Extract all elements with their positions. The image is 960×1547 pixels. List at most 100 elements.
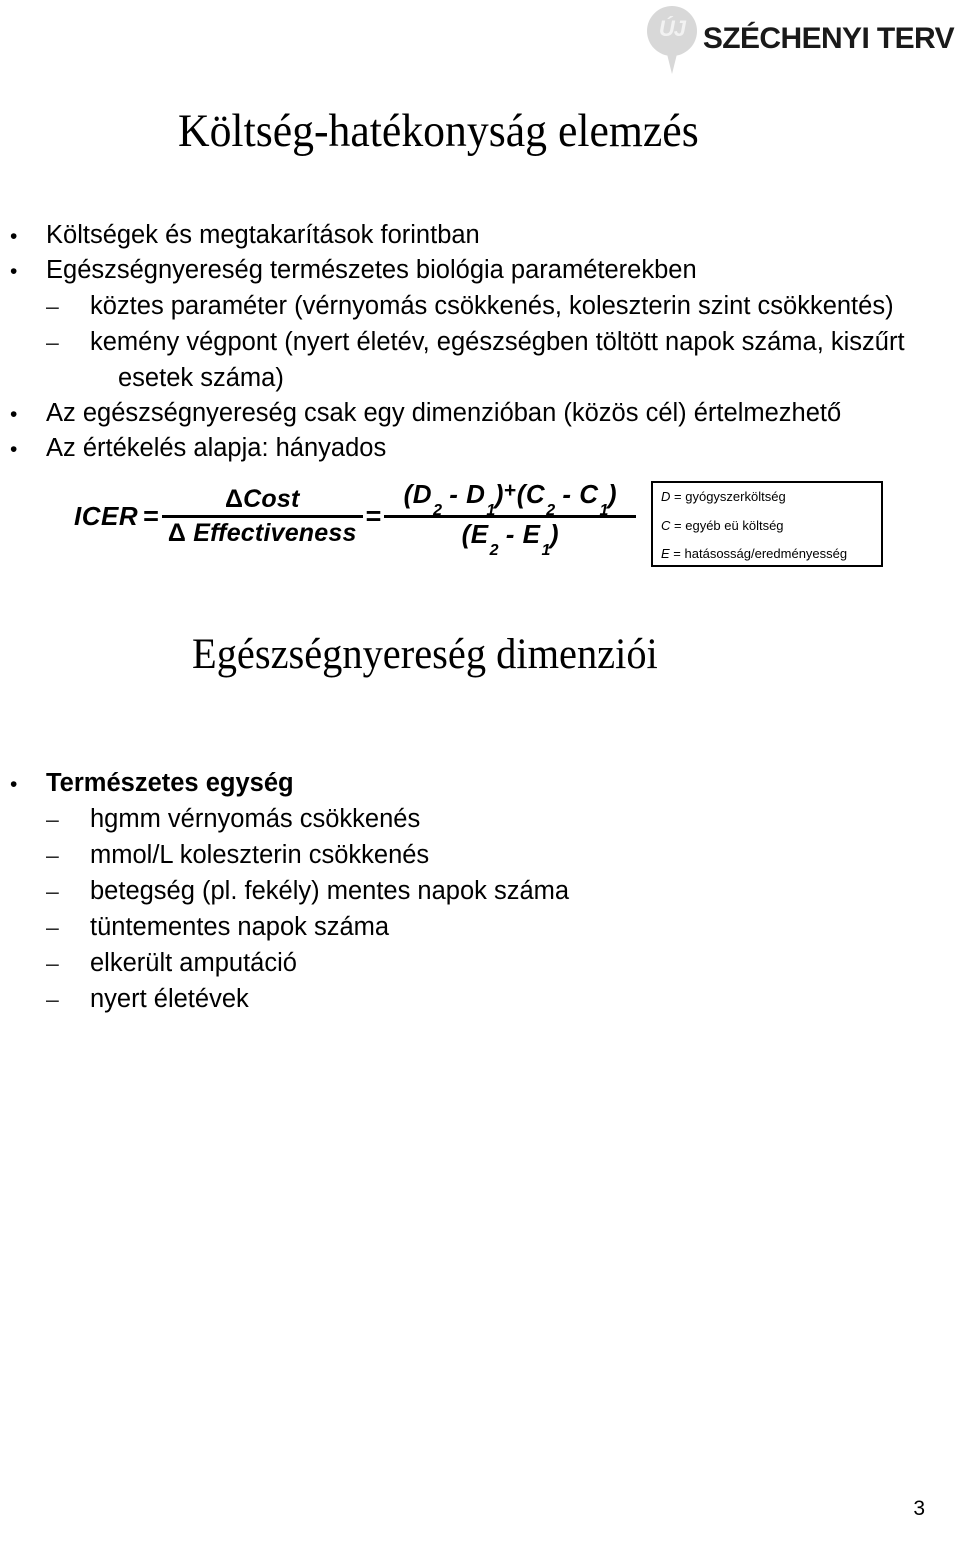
paren-open-1: ( xyxy=(403,479,413,509)
bullet-dash-icon: – xyxy=(46,806,59,832)
list-item: – kemény végpont (nyert életév, egészség… xyxy=(0,324,930,360)
bullet-dash-icon: – xyxy=(46,986,59,1012)
bullet-dash-icon: – xyxy=(46,878,59,904)
legend-definition: egyéb eü költség xyxy=(685,517,784,533)
legend-symbol: E xyxy=(661,546,670,561)
list-item: – mmol/L koleszterin csökkenés xyxy=(0,837,930,873)
list-item: • Az egészségnyereség csak egy dimenziób… xyxy=(0,396,930,431)
var-d-1: D xyxy=(412,479,433,509)
bullet-dot-icon: • xyxy=(10,773,18,796)
pin-tail-shape xyxy=(664,46,679,74)
list-item-label: nyert életévek xyxy=(90,985,249,1013)
paren-close-1: ) xyxy=(494,479,504,509)
list-item: • Természetes egység xyxy=(0,766,930,801)
legend-row: C = egyéb eü költség xyxy=(661,518,873,533)
minus-3: - xyxy=(505,519,515,550)
equals-sign-1: = xyxy=(143,501,159,532)
list-item-label: mmol/L koleszterin csökkenés xyxy=(90,841,430,869)
list-item-label: tüntementes napok száma xyxy=(90,913,390,941)
list-item: – hgmm vérnyomás csökkenés xyxy=(0,801,930,837)
denominator-label: Effectiveness xyxy=(193,519,357,548)
minus-1: - xyxy=(449,479,459,509)
var-e-2: E xyxy=(522,519,541,550)
numerator-label: Cost xyxy=(243,485,300,514)
pin-label: ÚJ xyxy=(658,16,686,41)
list-item-label: Az egészségnyereség csak egy dimenzióban… xyxy=(46,399,842,427)
formula-legend-box: D = gyógyszerköltség C = egyéb eü költsé… xyxy=(651,481,883,567)
delta-icon: Δ xyxy=(224,485,244,514)
legend-row: D = gyógyszerköltség xyxy=(661,489,873,504)
bullet-dash-icon: – xyxy=(46,329,59,355)
list-item: • Egészségnyereség természetes biológia … xyxy=(0,253,930,288)
list-item-label: Költségek és megtakarítások forintban xyxy=(46,221,480,249)
equals-sign-2: = xyxy=(365,501,382,532)
fraction-delta-cost-over-effectiveness: ΔCost Δ Effectiveness xyxy=(161,484,363,549)
list-item-label: betegség (pl. fekély) mentes napok száma xyxy=(90,877,570,905)
list-item-label: elkerült amputáció xyxy=(90,949,297,977)
paren-close-2: ) xyxy=(607,479,618,509)
logo-wordmark: SZÉCHENYI TERV xyxy=(702,22,955,55)
list-item: • Az értékelés alapja: hányados xyxy=(0,431,930,466)
bullet-list-primary: • Költségek és megtakarítások forintban … xyxy=(0,218,930,466)
list-item-label: köztes paraméter (vérnyomás csökkenés, k… xyxy=(90,292,894,320)
icer-label: ICER xyxy=(74,501,139,532)
paren-open-3: ( xyxy=(461,519,471,550)
bullet-dash-icon: – xyxy=(46,842,59,868)
list-item-label: Természetes egység xyxy=(46,769,294,797)
legend-definition: hatásosság/eredményesség xyxy=(684,546,848,561)
bullet-list-secondary: • Természetes egység – hgmm vérnyomás cs… xyxy=(0,766,930,1017)
delta-icon: Δ xyxy=(167,519,187,548)
uj-pin-icon: ÚJ xyxy=(646,2,697,76)
list-item-label: esetek száma) xyxy=(118,364,284,392)
legend-row: E = hatásosság/eredményesség xyxy=(661,546,873,561)
fraction-expanded: (D2 - D1)+(C2 - C1) (E2 - E1) xyxy=(384,478,637,559)
var-e-1: E xyxy=(470,519,489,550)
subscript-1: 1 xyxy=(599,502,609,520)
section-title-secondary: Egészségnyereség dimenziói xyxy=(192,631,658,678)
subscript-1: 1 xyxy=(486,502,496,520)
bullet-dash-icon: – xyxy=(46,293,59,319)
var-c-1: C xyxy=(525,479,546,509)
bullet-dot-icon: • xyxy=(10,225,18,248)
subscript-2: 2 xyxy=(433,502,443,520)
subscript-1: 1 xyxy=(541,542,551,560)
fraction-denominator: (E2 - E1) xyxy=(456,518,565,559)
paren-open-2: ( xyxy=(516,479,526,509)
legend-symbol: D xyxy=(661,489,671,504)
list-item-label: Egészségnyereség természetes biológia pa… xyxy=(46,256,697,284)
plus-sign: + xyxy=(503,479,517,502)
subscript-2: 2 xyxy=(489,542,500,560)
var-c-2: C xyxy=(579,479,599,509)
bullet-dash-icon: – xyxy=(46,914,59,940)
legend-equals: = xyxy=(673,546,681,561)
list-item-label: hgmm vérnyomás csökkenés xyxy=(90,805,421,833)
list-item: – betegség (pl. fekély) mentes napok szá… xyxy=(0,873,930,909)
subscript-2: 2 xyxy=(546,502,556,520)
minus-2: - xyxy=(562,479,572,509)
paren-close-3: ) xyxy=(549,519,560,550)
page-number: 3 xyxy=(913,1497,925,1520)
list-item-label: kemény végpont (nyert életév, egészségbe… xyxy=(90,328,905,356)
var-d-2: D xyxy=(466,479,486,509)
list-item: – elkerült amputáció xyxy=(0,945,930,981)
szechenyi-terv-logo: ÚJ SZÉCHENYI TERV xyxy=(646,2,955,84)
fraction-denominator: Δ Effectiveness xyxy=(162,518,363,549)
list-item-label: Az értékelés alapja: hányados xyxy=(46,434,387,462)
list-item: – nyert életévek xyxy=(0,981,930,1017)
bullet-dot-icon: • xyxy=(10,403,18,426)
legend-equals: = xyxy=(674,489,682,504)
bullet-dot-icon: • xyxy=(10,260,18,283)
list-item: • Költségek és megtakarítások forintban xyxy=(0,218,930,253)
fraction-numerator: ΔCost xyxy=(219,484,306,515)
legend-definition: gyógyszerköltség xyxy=(685,489,786,504)
fraction-numerator: (D2 - D1)+(C2 - C1) xyxy=(398,478,623,519)
page-title: Költség-hatékonyság elemzés xyxy=(178,105,699,157)
legend-equals: = xyxy=(674,517,682,533)
bullet-dot-icon: • xyxy=(10,438,18,461)
bullet-dash-icon: – xyxy=(46,950,59,976)
legend-symbol: C xyxy=(661,517,671,533)
formula-expression: ICER = ΔCost Δ Effectiveness = (D2 - D1)… xyxy=(74,478,637,559)
header-logo-band: ÚJ SZÉCHENYI TERV xyxy=(0,0,960,86)
list-item: – tüntementes napok száma xyxy=(0,909,930,945)
list-item: – köztes paraméter (vérnyomás csökkenés,… xyxy=(0,288,930,324)
